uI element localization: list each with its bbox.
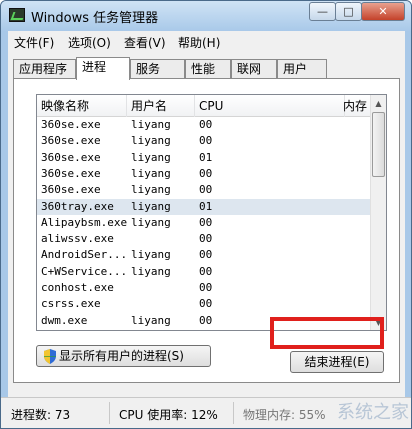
- highlight-annotation: [270, 317, 384, 349]
- column-image-name[interactable]: 映像名称: [37, 95, 127, 117]
- menu-help[interactable]: 帮助(H): [178, 34, 220, 51]
- column-user-name[interactable]: 用户名: [127, 95, 195, 117]
- image-name-cell: 360se.exe: [41, 134, 101, 148]
- menu-view[interactable]: 查看(V): [124, 34, 166, 51]
- task-manager-window: Windows 任务管理器 — □ ✕ 文件(F) 选项(O) 查看(V) 帮助…: [0, 0, 412, 429]
- physical-memory: 物理内存: 55%: [243, 408, 326, 422]
- user-name-cell: liyang: [131, 215, 171, 229]
- window-controls: — □ ✕: [309, 2, 405, 22]
- image-name-cell: AndroidSer...: [41, 248, 128, 262]
- title-bar[interactable]: Windows 任务管理器 — □ ✕: [1, 1, 411, 31]
- table-row[interactable]: conhost.exe 00: [37, 280, 372, 296]
- image-name-cell: Alipaybsm.exe: [41, 215, 128, 229]
- minimize-button[interactable]: —: [309, 2, 336, 21]
- show-all-users-label: 显示所有用户的进程(S): [59, 349, 184, 363]
- table-row[interactable]: Alipaybsm.exe liyang 00: [37, 215, 372, 231]
- scroll-up-icon[interactable]: ▲: [371, 95, 386, 111]
- cpu-cell: 00: [199, 264, 213, 278]
- table-row[interactable]: 360se.exe liyang 00: [37, 133, 372, 149]
- user-name-cell: liyang: [131, 118, 171, 131]
- image-name-cell: 360se.exe: [41, 150, 101, 164]
- user-name-cell: liyang: [131, 248, 171, 262]
- tab-performance[interactable]: 性能: [185, 59, 231, 79]
- image-name-cell: ...: [41, 329, 61, 331]
- table-row[interactable]: 360tray.exe liyang 01: [37, 198, 372, 215]
- vertical-scrollbar[interactable]: ▲ ▼: [370, 95, 386, 330]
- table-row[interactable]: csrss.exe 00: [37, 296, 372, 312]
- scroll-thumb[interactable]: [372, 112, 385, 177]
- cpu-cell: 01: [199, 199, 213, 213]
- status-divider: [109, 402, 110, 424]
- uac-shield-icon: [44, 349, 56, 364]
- table-row[interactable]: C+WService... liyang 00: [37, 264, 372, 280]
- image-name-cell: 360se.exe: [41, 166, 101, 180]
- window-title: Windows 任务管理器: [31, 11, 159, 26]
- image-name-cell: 360tray.exe: [41, 199, 114, 213]
- cpu-cell: 00: [199, 183, 213, 197]
- watermark: 系统之家: [337, 402, 409, 423]
- process-list[interactable]: 映像名称 用户名 CPU 内存 360se.exe liyang 00 360se.e…: [36, 94, 387, 331]
- table-row[interactable]: 360se.exe liyang 01: [37, 150, 372, 166]
- maximize-button[interactable]: □: [335, 2, 362, 21]
- tab-services[interactable]: 服务: [130, 59, 185, 79]
- table-row[interactable]: 360se.exe liyang 00: [37, 182, 372, 198]
- image-name-cell: dwm.exe: [41, 313, 88, 327]
- menu-bar: 文件(F) 选项(O) 查看(V) 帮助(H): [8, 31, 405, 51]
- user-name-cell: liyang: [131, 183, 171, 197]
- table-row[interactable]: 360se.exe liyang 00: [37, 117, 372, 133]
- show-all-users-button[interactable]: 显示所有用户的进程(S): [36, 345, 211, 367]
- image-name-cell: 360se.exe: [41, 183, 101, 197]
- user-name-cell: liyang: [131, 199, 171, 213]
- image-name-cell: 360se.exe: [41, 118, 101, 131]
- cpu-cell: 00: [199, 329, 212, 331]
- tab-users[interactable]: 用户: [277, 59, 327, 79]
- menu-file[interactable]: 文件(F): [14, 34, 54, 51]
- cpu-cell: 01: [199, 150, 213, 164]
- cpu-cell: 00: [199, 232, 213, 246]
- image-name-cell: conhost.exe: [41, 281, 114, 294]
- user-name-cell: liyang: [131, 329, 171, 331]
- cpu-usage: CPU 使用率: 12%: [119, 408, 218, 422]
- column-cpu[interactable]: CPU: [195, 95, 345, 117]
- status-bar: 进程数: 73 CPU 使用率: 12% 物理内存: 55% 系统之家: [1, 397, 411, 428]
- cpu-cell: 00: [199, 313, 213, 327]
- close-button[interactable]: ✕: [361, 2, 405, 21]
- image-name-cell: aliwssv.exe: [41, 232, 114, 246]
- table-row[interactable]: AndroidSer... liyang 00: [37, 247, 372, 263]
- table-row[interactable]: 360se.exe liyang 00: [37, 166, 372, 182]
- process-count: 进程数: 73: [11, 408, 71, 422]
- cpu-cell: 00: [199, 166, 213, 180]
- tab-processes[interactable]: 进程: [76, 57, 130, 80]
- cpu-cell: 00: [199, 248, 213, 262]
- user-name-cell: liyang: [131, 264, 171, 278]
- cpu-cell: 00: [199, 118, 213, 131]
- cpu-cell: 00: [199, 297, 213, 311]
- cpu-cell: 00: [199, 134, 213, 148]
- user-name-cell: liyang: [131, 313, 171, 327]
- cpu-cell: 00: [199, 281, 213, 294]
- user-name-cell: liyang: [131, 150, 171, 164]
- cpu-cell: 00: [199, 215, 213, 229]
- image-name-cell: csrss.exe: [41, 297, 101, 311]
- menu-options[interactable]: 选项(O): [68, 34, 111, 51]
- image-name-cell: C+WService...: [41, 264, 128, 278]
- user-name-cell: liyang: [131, 166, 171, 180]
- tab-networking[interactable]: 联网: [231, 59, 277, 79]
- table-row[interactable]: aliwssv.exe 00: [37, 231, 372, 247]
- process-list-header: 映像名称 用户名 CPU 内存: [37, 95, 379, 117]
- task-manager-icon: [9, 8, 25, 22]
- end-process-button[interactable]: 结束进程(E): [290, 351, 384, 373]
- status-divider: [233, 402, 234, 424]
- user-name-cell: liyang: [131, 134, 171, 148]
- tab-applications[interactable]: 应用程序: [13, 59, 76, 79]
